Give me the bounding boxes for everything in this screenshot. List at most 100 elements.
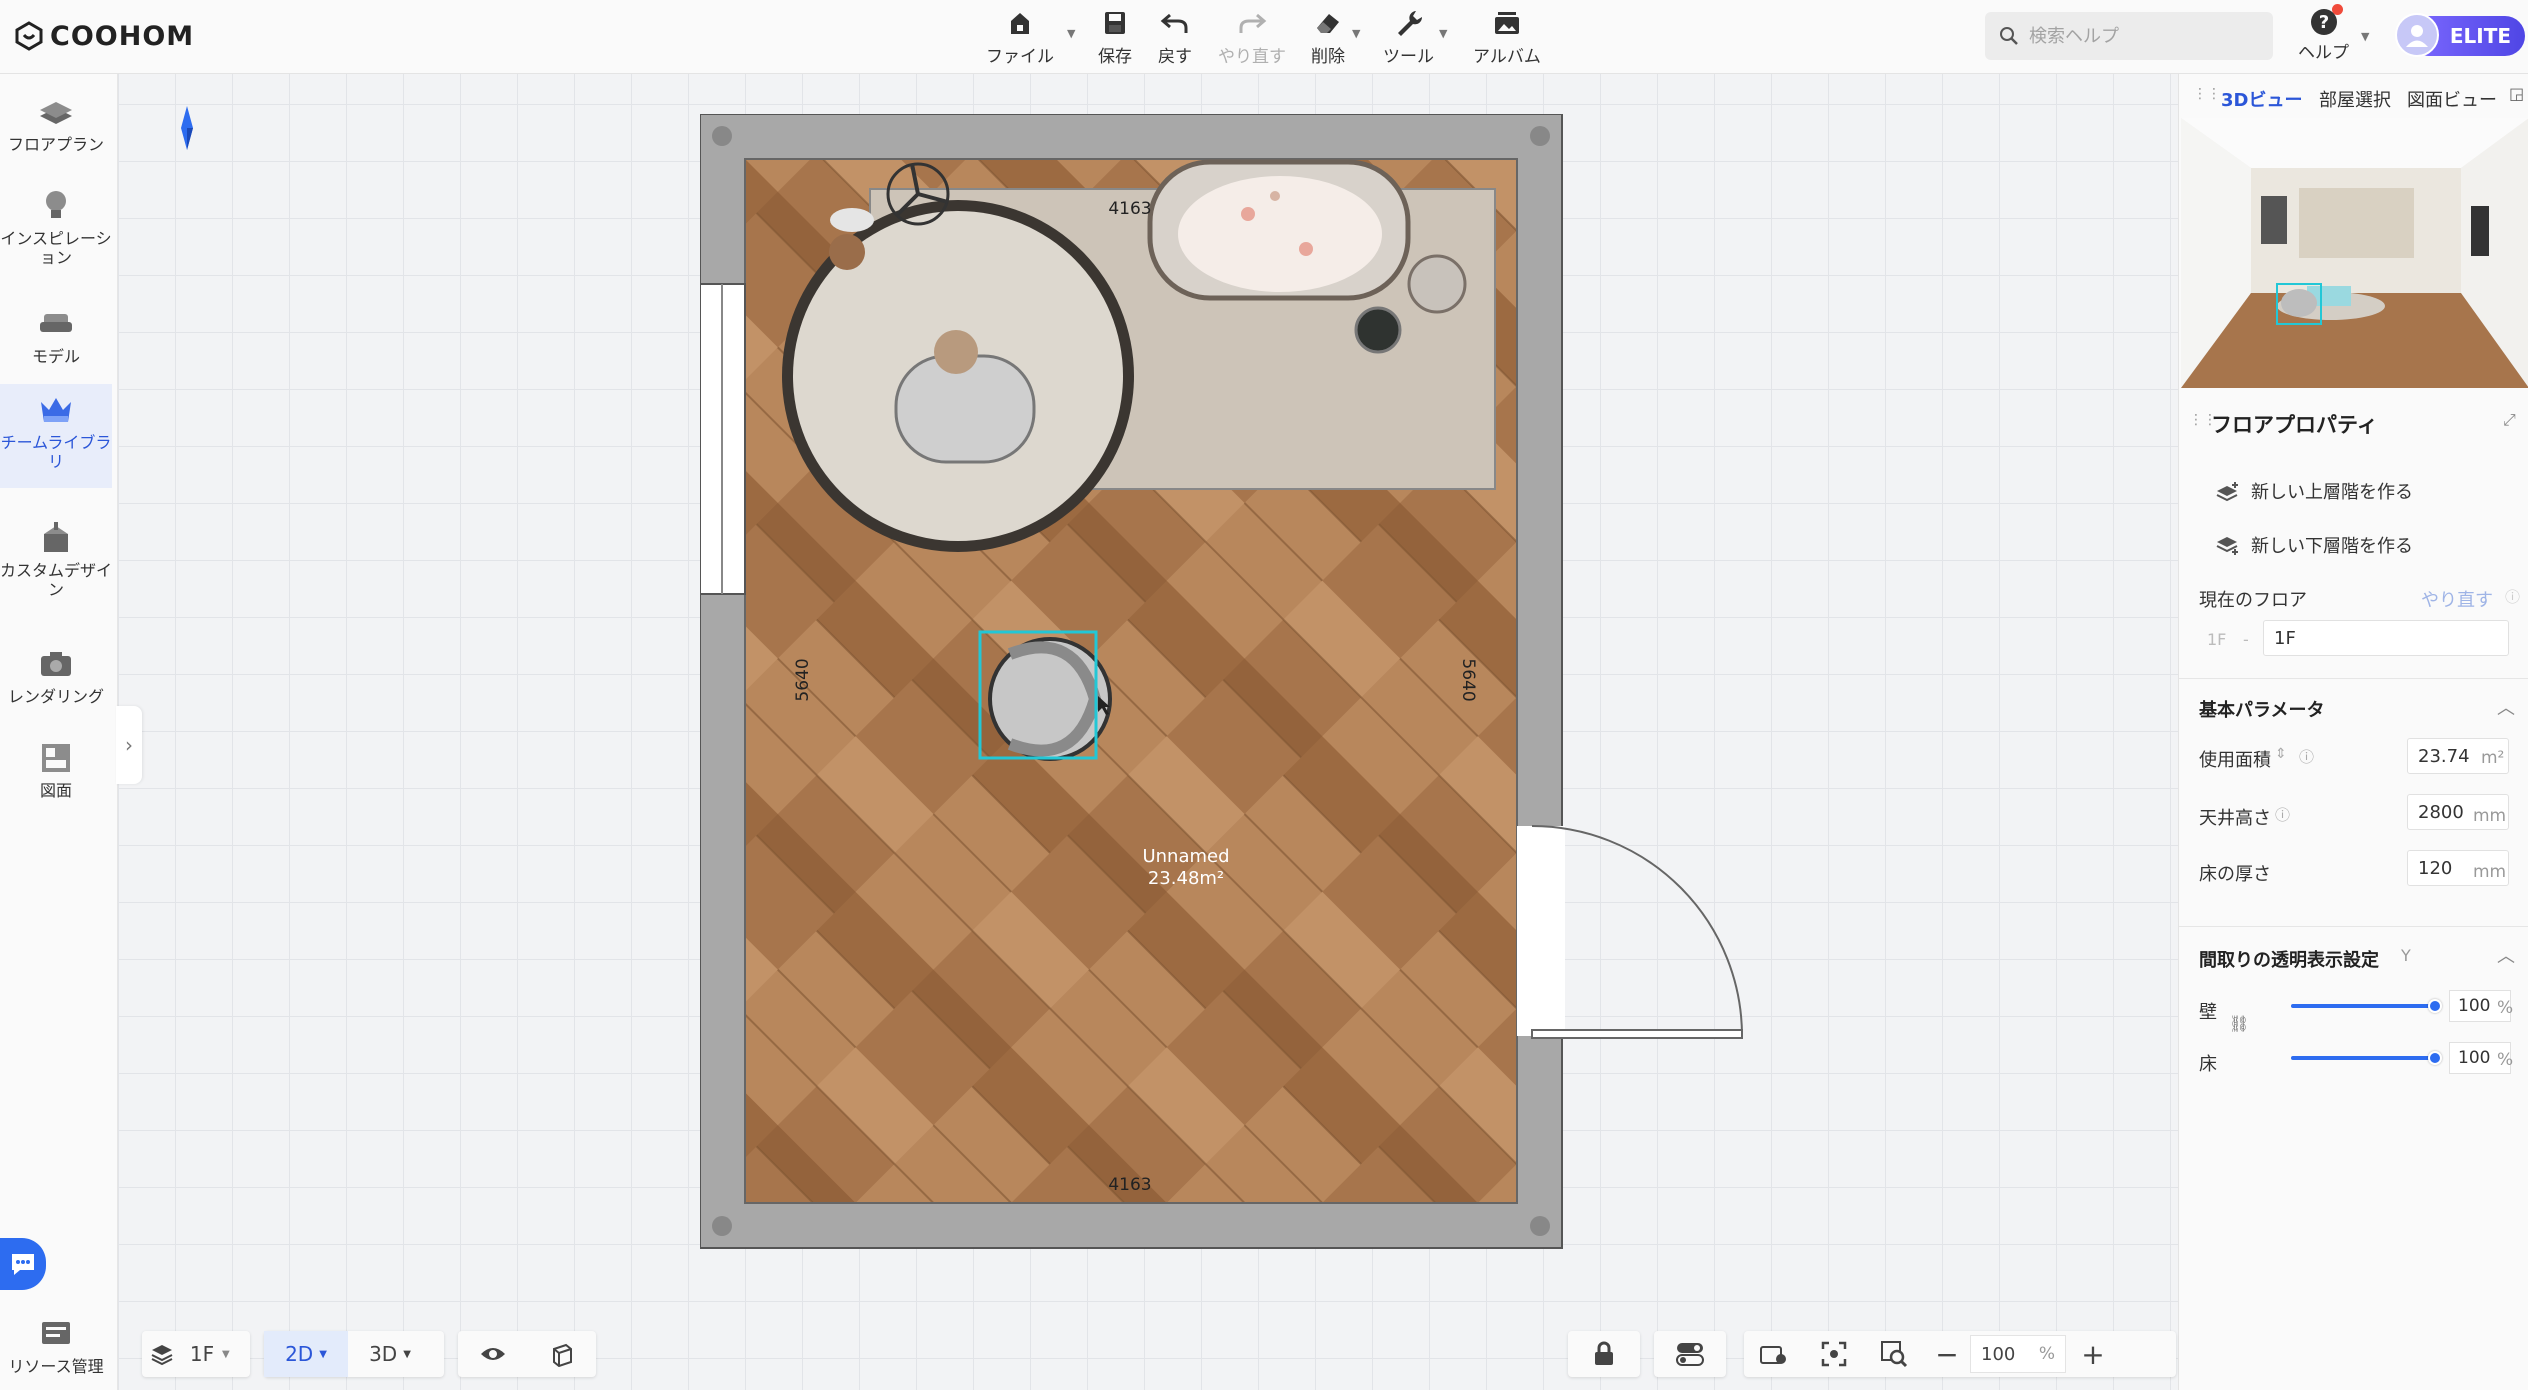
logo-icon bbox=[15, 21, 43, 51]
zoom-level-field[interactable]: 100 % bbox=[1970, 1335, 2066, 1373]
lock-button[interactable] bbox=[1568, 1331, 1640, 1377]
wall-opacity-slider[interactable] bbox=[2291, 1004, 2435, 1008]
save-button[interactable]: 保存 bbox=[1098, 6, 1132, 67]
transparency-title[interactable]: 間取りの透明表示設定 bbox=[2199, 946, 2379, 972]
file-label: ファイル bbox=[986, 47, 1054, 67]
zoom-value: 100 bbox=[1981, 1343, 2016, 1365]
floor-slider-handle[interactable] bbox=[2428, 1051, 2442, 1065]
expand-icon[interactable]: ⤢ bbox=[2503, 410, 2516, 430]
side-table[interactable] bbox=[1407, 254, 1467, 314]
sofa-blanket bbox=[1178, 176, 1382, 292]
floorplan-icon bbox=[40, 102, 72, 124]
help-caret-icon[interactable]: ▼ bbox=[2361, 30, 2369, 43]
design-canvas[interactable]: 4163 4163 5640 5640 Unnamed 23.48m² bbox=[118, 74, 2180, 1390]
floor-opacity-slider[interactable] bbox=[2291, 1056, 2435, 1060]
tab-3d-view[interactable]: 3Dビュー bbox=[2221, 86, 2302, 112]
ceiling-height-value: 2800 bbox=[2418, 801, 2464, 823]
floor-properties-title: フロアプロパティ bbox=[2211, 413, 2378, 437]
new-lower-floor-button[interactable]: 新しい下層階を作る bbox=[2215, 532, 2413, 558]
link-icon[interactable]: ⛓ bbox=[2229, 1014, 2249, 1033]
lock-group bbox=[1568, 1331, 1640, 1377]
visibility-button[interactable] bbox=[458, 1331, 527, 1377]
popout-icon[interactable]: ◲ bbox=[2509, 84, 2524, 103]
view-2d-caret-icon: ▼ bbox=[319, 1348, 327, 1360]
nav-rendering[interactable]: レンダリング bbox=[0, 640, 112, 724]
delete-button[interactable]: 削除 bbox=[1311, 6, 1345, 67]
wall-slider-handle[interactable] bbox=[2428, 999, 2442, 1013]
app-root: COOHOM ファイル ▼ 保存 戻す やり直す 削除 ▼ ツール ▼ アルバム… bbox=[0, 0, 2528, 1390]
nav-inspiration[interactable]: インスピレーション bbox=[0, 182, 112, 290]
view-2d-button[interactable]: 2D ▼ bbox=[264, 1331, 348, 1377]
tools-label: ツール bbox=[1383, 47, 1434, 67]
floor-caret-icon[interactable]: ▼ bbox=[222, 1349, 230, 1360]
undo-icon bbox=[1160, 13, 1188, 33]
fit-view-button[interactable] bbox=[1804, 1331, 1864, 1377]
coohom-logo[interactable]: COOHOM bbox=[14, 16, 194, 56]
tab-drawing-view[interactable]: 図面ビュー bbox=[2407, 86, 2497, 112]
toy-bear[interactable] bbox=[829, 234, 865, 270]
zoom-area-button[interactable] bbox=[1864, 1331, 1924, 1377]
usable-area-value: 23.74 bbox=[2418, 745, 2470, 767]
3d-preview-render bbox=[2181, 118, 2528, 388]
file-menu-button[interactable]: ファイル bbox=[986, 6, 1054, 67]
nav-model[interactable]: モデル bbox=[0, 300, 112, 384]
info-icon: ⓘ bbox=[2275, 806, 2291, 824]
expand-panel-toggle[interactable]: › bbox=[116, 706, 142, 784]
view-3d-button[interactable]: 3D ▼ bbox=[348, 1331, 432, 1377]
floor-select-label[interactable]: 1F bbox=[182, 1331, 222, 1377]
basic-params-title[interactable]: 基本パラメータ bbox=[2199, 696, 2324, 722]
tab-room-select[interactable]: 部屋選択 bbox=[2319, 86, 2391, 112]
door-opening[interactable] bbox=[1517, 826, 1565, 1036]
drag-handle-icon[interactable]: ⋮⋮ bbox=[2193, 86, 2221, 102]
nav-resource-label: リソース管理 bbox=[8, 1357, 104, 1376]
tools-menu-button[interactable]: ツール bbox=[1383, 6, 1434, 67]
nav-floorplan[interactable]: フロアプラン bbox=[0, 88, 112, 180]
chevron-up-icon[interactable]: ︿ bbox=[2497, 942, 2515, 968]
camera-settings-button[interactable] bbox=[1744, 1331, 1804, 1377]
album-button[interactable]: アルバム bbox=[1473, 6, 1541, 67]
floor-thickness-unit: mm bbox=[2473, 862, 2507, 882]
room-name[interactable]: Unnamed bbox=[1142, 846, 1229, 867]
floor-plan[interactable]: 4163 4163 5640 5640 Unnamed 23.48m² bbox=[700, 114, 1868, 1324]
new-upper-floor-button[interactable]: 新しい上層階を作る bbox=[2215, 478, 2413, 504]
toy-bear[interactable] bbox=[934, 330, 978, 374]
wall-label: 壁 bbox=[2199, 1002, 2217, 1023]
settings-toggle-button[interactable] bbox=[1654, 1331, 1726, 1377]
user-avatar[interactable] bbox=[2395, 13, 2439, 57]
nav-drawing[interactable]: 図面 bbox=[0, 734, 112, 818]
undo-button[interactable]: 戻す bbox=[1158, 6, 1192, 67]
corner-pillar bbox=[712, 1216, 732, 1236]
floor-name-field[interactable]: 1F bbox=[2263, 620, 2509, 656]
floor-thickness-value: 120 bbox=[2418, 857, 2453, 879]
pillow[interactable] bbox=[830, 208, 874, 232]
zoom-out-button[interactable]: − bbox=[1924, 1331, 1970, 1377]
chat-support-button[interactable] bbox=[0, 1238, 46, 1290]
file-caret-icon[interactable]: ▼ bbox=[1067, 27, 1075, 40]
nav-floorplan-label: フロアプラン bbox=[7, 135, 104, 154]
help-search-box[interactable] bbox=[1985, 12, 2273, 60]
plant-pot[interactable] bbox=[1354, 306, 1402, 354]
nav-rendering-label: レンダリング bbox=[7, 687, 104, 706]
nav-resource-management[interactable]: リソース管理 bbox=[0, 1310, 112, 1386]
delete-caret-icon[interactable]: ▼ bbox=[1352, 27, 1360, 40]
floor-selector[interactable]: 1F ▼ bbox=[142, 1331, 250, 1377]
view-3d-label: 3D bbox=[369, 1342, 398, 1366]
door-leaf[interactable] bbox=[1531, 1029, 1743, 1039]
3d-preview[interactable] bbox=[2181, 118, 2528, 388]
help-search-input[interactable] bbox=[2029, 25, 2249, 47]
material-button[interactable] bbox=[527, 1331, 596, 1377]
sort-icon[interactable]: ⇕ bbox=[2275, 746, 2287, 762]
display-tools bbox=[458, 1331, 596, 1377]
nav-custom-design[interactable]: カスタムデザイン bbox=[0, 514, 112, 618]
file-icon bbox=[1011, 13, 1029, 34]
delete-label: 削除 bbox=[1311, 47, 1345, 67]
nav-team-library[interactable]: チームライブラリ bbox=[0, 384, 112, 488]
zoom-in-button[interactable]: + bbox=[2066, 1331, 2120, 1377]
redo-link[interactable]: やり直す bbox=[2421, 586, 2493, 612]
chevron-up-icon[interactable]: ︿ bbox=[2497, 694, 2515, 720]
tools-caret-icon[interactable]: ▼ bbox=[1439, 27, 1447, 40]
save-icon bbox=[1105, 12, 1125, 34]
redo-button[interactable]: やり直す bbox=[1218, 6, 1286, 67]
help-button[interactable]: ? ヘルプ bbox=[2298, 6, 2349, 63]
compass-icon[interactable] bbox=[181, 106, 193, 150]
